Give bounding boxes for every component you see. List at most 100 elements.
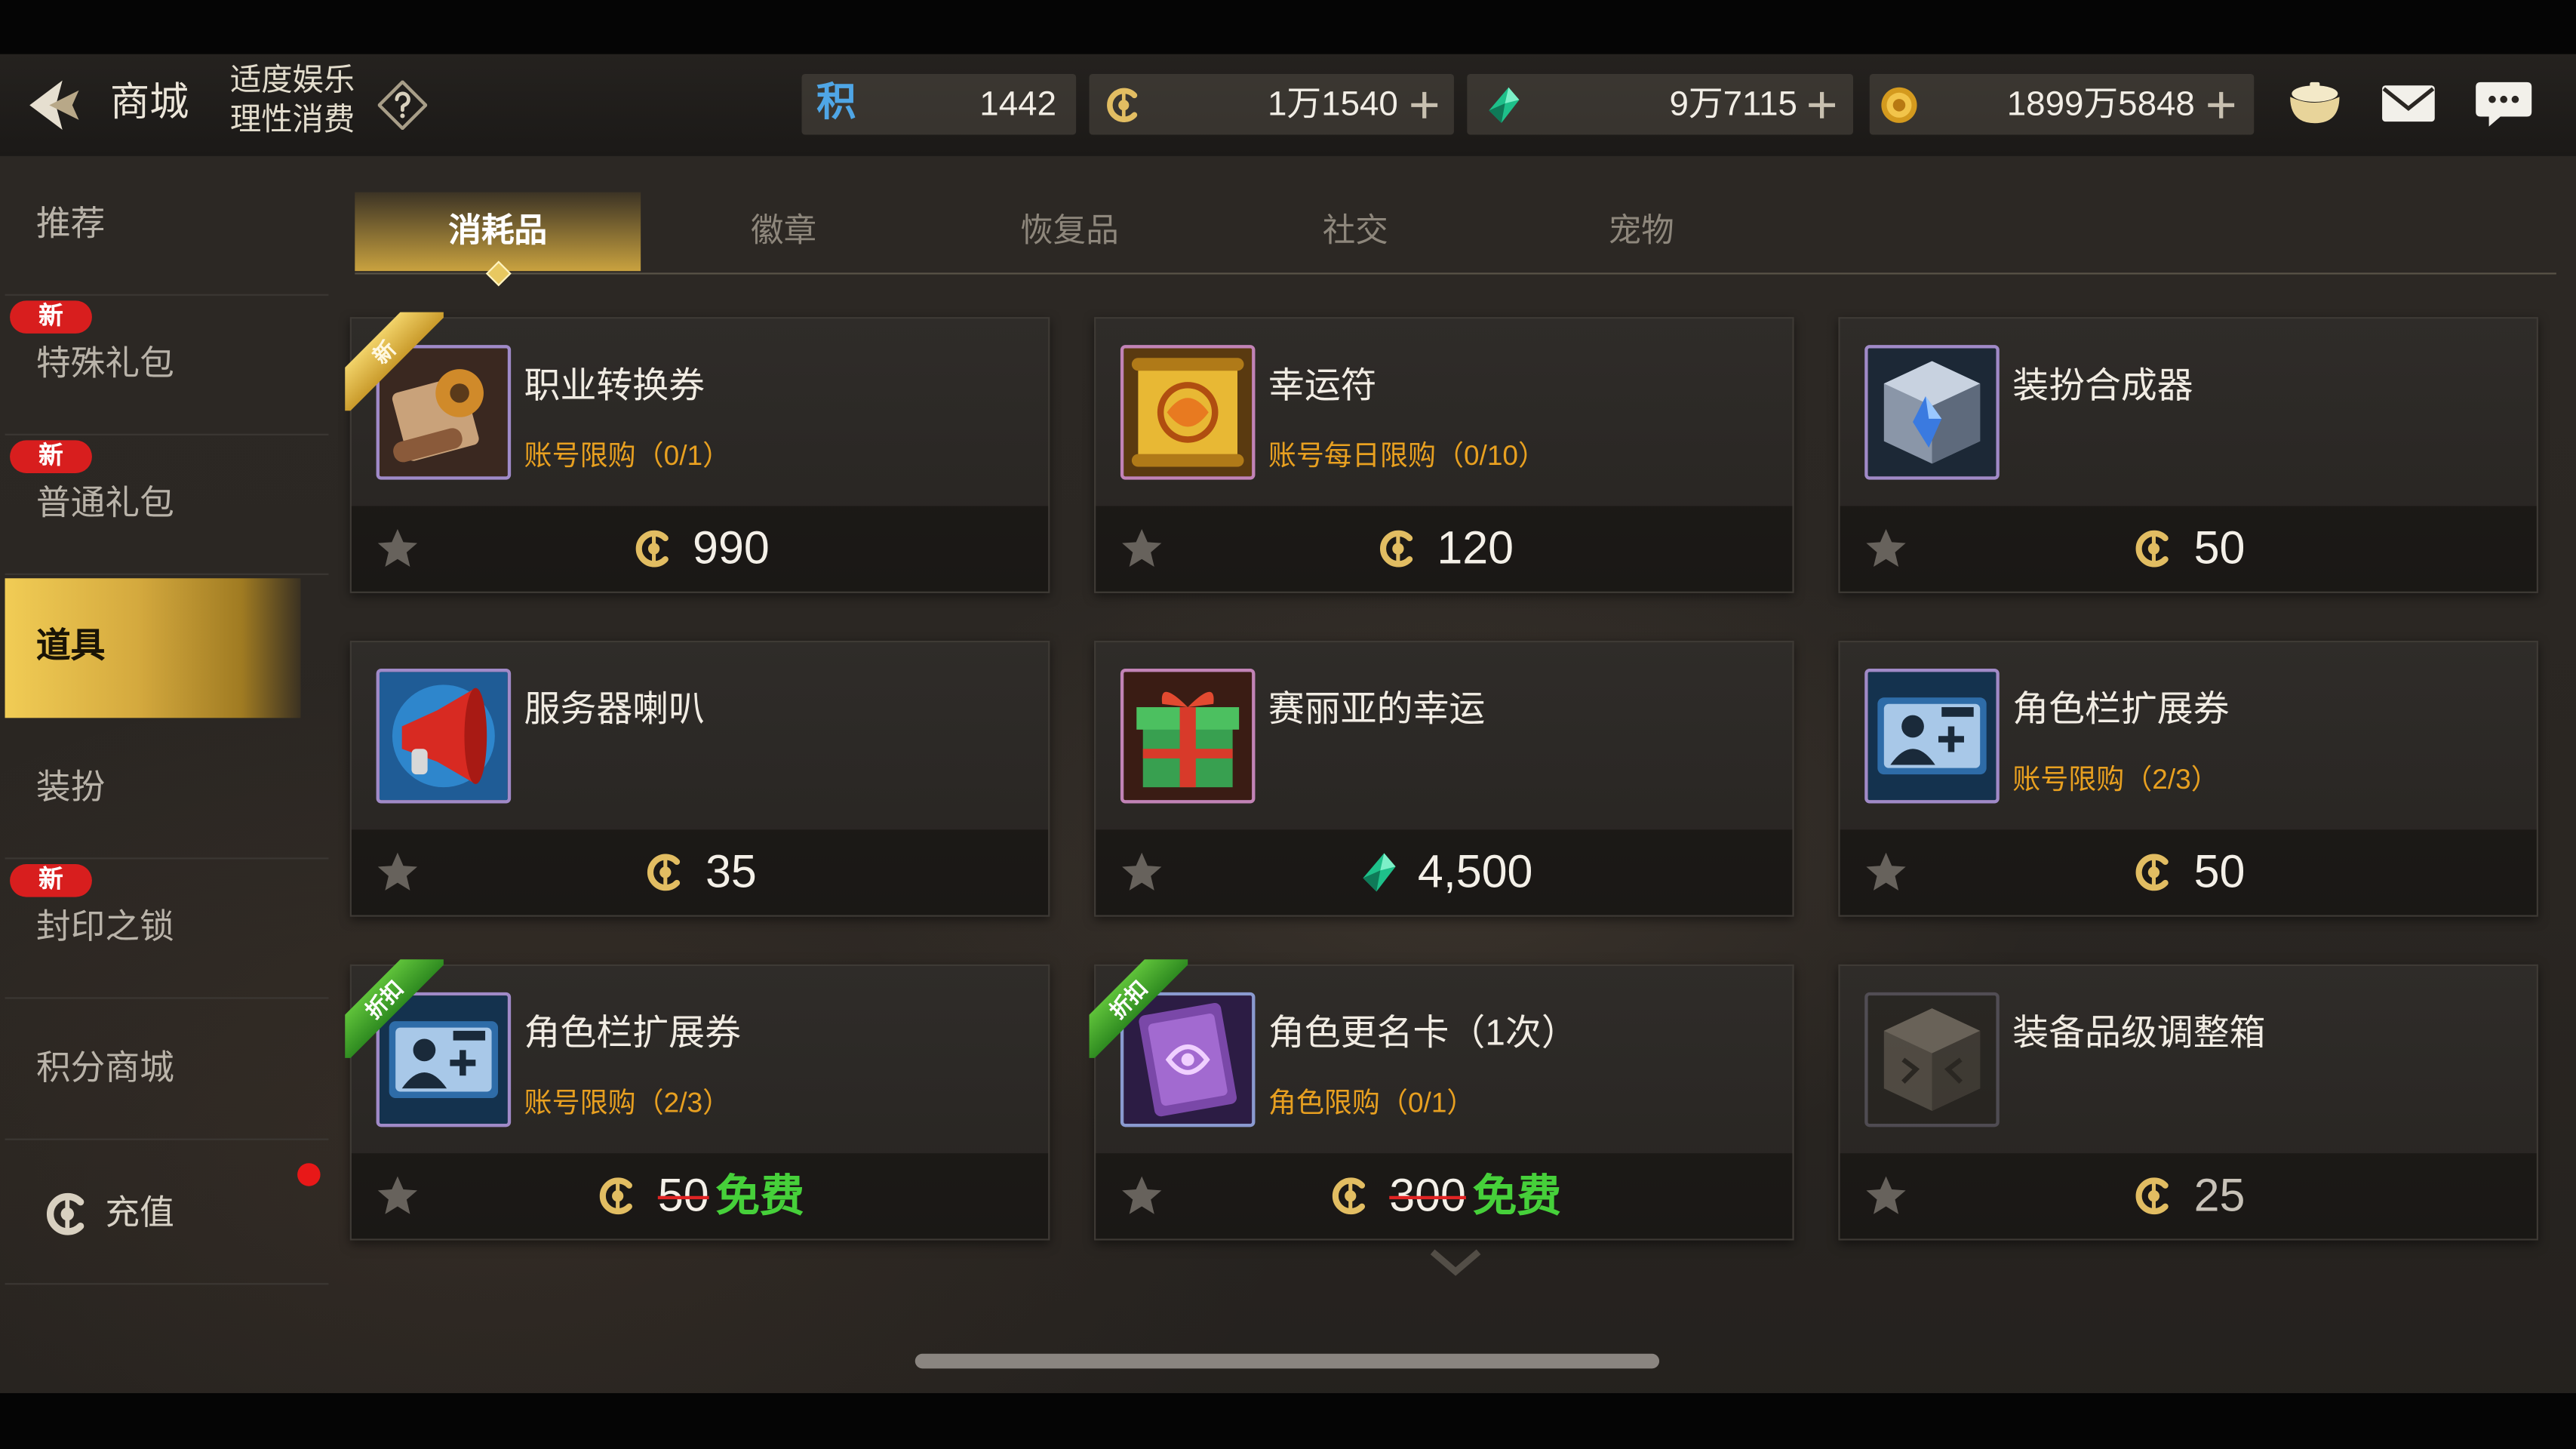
buy-button[interactable]: 50 <box>1840 506 2537 592</box>
scroll-indicator[interactable] <box>915 1353 1660 1369</box>
buy-button[interactable]: 300 免费 <box>1096 1153 1793 1239</box>
item-name: 职业转换券 <box>524 365 705 406</box>
item-card[interactable]: 角色栏扩展券账号限购（2/3） 50 <box>1838 640 2538 917</box>
subcategory-tabs: 消耗品 徽章 恢复品 社交 宠物 <box>355 192 2556 275</box>
coin-price-icon <box>2132 1173 2178 1219</box>
mail-icon <box>2382 85 2435 122</box>
price-value: 990 <box>693 522 770 574</box>
points-balance: 积 1442 <box>801 73 1077 135</box>
price-value: 25 <box>2193 1169 2246 1221</box>
tab-2[interactable]: 恢复品 <box>927 192 1213 271</box>
back-button[interactable] <box>23 75 85 134</box>
item-card[interactable]: 幸运符 账号每日限购（0/10） 120 <box>1094 317 1794 593</box>
coin-icon <box>1107 88 1138 122</box>
purchase-limit: 账号限购（2/3） <box>2012 764 2219 795</box>
sidebar-item[interactable]: 充值 <box>5 1145 329 1285</box>
original-price: 300 <box>1389 1169 1466 1221</box>
add-gem-button[interactable] <box>1806 89 1839 122</box>
question-icon <box>377 79 429 131</box>
item-card[interactable]: 赛丽亚的幸运 4,500 <box>1094 640 1794 917</box>
buy-button[interactable]: 990 <box>351 506 1049 592</box>
sidebar-item-label: 推荐 <box>35 205 106 244</box>
item-name: 装扮合成器 <box>2012 365 2193 406</box>
letterbox-bottom <box>0 1392 2576 1449</box>
coin-icon <box>1332 1177 1365 1215</box>
discount-ribbon: 折扣 <box>1089 959 1188 1058</box>
buy-button[interactable]: 50 <box>1840 829 2537 915</box>
back-arrow-icon <box>29 80 79 130</box>
notice-line-2: 理性消费 <box>229 103 355 138</box>
mail-button[interactable] <box>2379 77 2438 130</box>
lucky-charm-icon <box>1120 345 1256 480</box>
sidebar-item-label: 普通礼包 <box>35 485 174 523</box>
item-card[interactable]: 服务器喇叭 35 <box>349 640 1050 917</box>
tab-3[interactable]: 社交 <box>1213 192 1499 271</box>
coin-icon <box>1379 530 1412 568</box>
tab-0[interactable]: 消耗品 <box>355 192 641 272</box>
add-coin-button[interactable] <box>1408 89 1441 122</box>
price-value: 35 <box>705 846 757 897</box>
gold-value: 1899万5848 <box>2006 85 2195 124</box>
item-card[interactable]: 装备品级调整箱 25 <box>1838 964 2538 1241</box>
sidebar-item-label: 特殊礼包 <box>35 345 174 383</box>
moderation-notice: 适度娱乐 理性消费 <box>230 63 355 141</box>
tab-4[interactable]: 宠物 <box>1499 192 1784 271</box>
gem-value: 9万7115 <box>1669 85 1797 124</box>
coin-value: 1万1540 <box>1267 85 1398 124</box>
coin-price-icon <box>1375 526 1421 572</box>
sidebar-item[interactable]: 推荐 <box>5 156 329 296</box>
coin-icon <box>2136 530 2169 568</box>
help-button[interactable] <box>377 79 429 131</box>
sidebar-item[interactable]: 道具 <box>5 578 301 718</box>
letterbox-top <box>0 0 2576 54</box>
sidebar-item[interactable]: 积分商城 <box>5 1001 329 1140</box>
price-value: 50 <box>2193 522 2246 574</box>
item-name: 服务器喇叭 <box>524 688 705 730</box>
sidebar-item-label: 积分商城 <box>35 1050 174 1088</box>
buy-button[interactable]: 35 <box>351 829 1049 915</box>
sidebar-item[interactable]: 装扮 <box>5 719 329 860</box>
item-card[interactable]: 装扮合成器 50 <box>1838 317 2538 593</box>
sidebar-item[interactable]: 新封印之锁 <box>5 860 329 999</box>
ribbon-label: 折扣 <box>1089 959 1188 1058</box>
chat-button[interactable] <box>2474 77 2533 130</box>
avatar-synthesizer-icon <box>1864 345 2000 480</box>
free-price-label: 免费 <box>1472 1171 1562 1221</box>
item-name: 赛丽亚的幸运 <box>1268 688 1486 730</box>
character-slot-ticket-icon <box>1864 668 2000 804</box>
sidebar-item-label: 封印之锁 <box>35 908 174 946</box>
buy-button[interactable]: 25 <box>1840 1153 2537 1239</box>
item-card[interactable]: 折扣 角色更名卡（1次） 角色限购（0/1） 300 免费 <box>1089 959 1794 1241</box>
buy-button[interactable]: 120 <box>1096 506 1793 592</box>
buy-button[interactable]: 50 免费 <box>351 1153 1049 1239</box>
sidebar-item[interactable]: 新普通礼包 <box>5 435 329 575</box>
equipment-grade-box-icon <box>1864 992 2000 1128</box>
chest-button[interactable] <box>2286 77 2344 130</box>
free-price-label: 免费 <box>715 1171 804 1221</box>
item-card[interactable]: 新职业转换券 账号限购（0/1） 990 <box>345 312 1050 593</box>
buy-button[interactable]: 4,500 <box>1096 829 1793 915</box>
shop-screen: 商城 适度娱乐 理性消费 积 1442 1万1540 9万7115 1899万5… <box>0 0 2576 1449</box>
coin-icon <box>647 854 681 891</box>
add-gold-button[interactable] <box>2205 89 2238 122</box>
new-badge: 新 <box>10 864 92 897</box>
coin-icon <box>2136 1177 2169 1215</box>
original-price: 50 <box>657 1169 709 1221</box>
item-name: 装备品级调整箱 <box>2012 1011 2266 1054</box>
tab-1[interactable]: 徽章 <box>641 192 927 271</box>
price-value: 120 <box>1437 522 1514 574</box>
purchase-limit: 账号每日限购（0/10） <box>1268 440 1547 472</box>
sidebar-item[interactable]: 新特殊礼包 <box>5 296 329 435</box>
item-card[interactable]: 折扣 角色栏扩展券 账号限购（2/3） 50 免费 <box>345 959 1050 1241</box>
item-name: 角色栏扩展券 <box>2012 688 2230 730</box>
coin-price-icon <box>643 849 689 895</box>
gold-coin-icon <box>1881 87 1917 123</box>
purchase-limit: 账号限购（0/1） <box>524 440 731 472</box>
chest-icon <box>2290 82 2340 124</box>
coin-price-icon <box>1326 1173 1373 1219</box>
price: 35 <box>352 829 1048 915</box>
sidebar-item-label: 装扮 <box>35 768 106 807</box>
price: 990 <box>352 506 1048 591</box>
coin-price-icon <box>595 1173 641 1219</box>
price: 120 <box>1096 506 1792 591</box>
